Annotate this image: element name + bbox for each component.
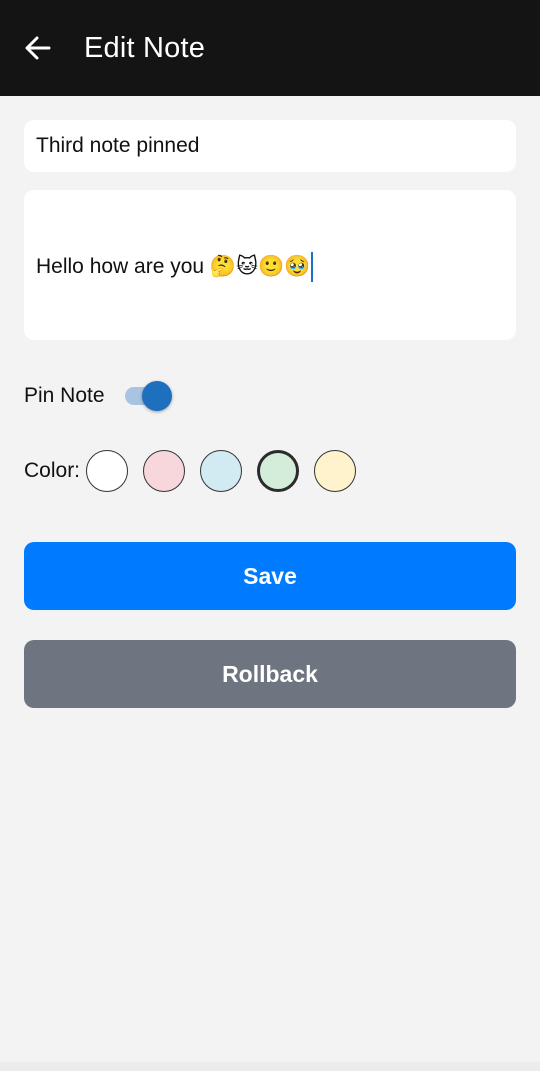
arrow-left-icon	[25, 36, 51, 60]
pin-note-label: Pin Note	[24, 384, 105, 407]
save-button[interactable]: Save	[24, 542, 516, 610]
note-title-field[interactable]	[24, 120, 516, 172]
color-swatch-white[interactable]	[86, 450, 129, 492]
app-bar: Edit Note	[0, 0, 540, 96]
page-title: Edit Note	[84, 32, 206, 64]
color-swatch-green[interactable]	[257, 450, 300, 492]
text-cursor	[311, 252, 314, 283]
note-title-input[interactable]	[36, 134, 504, 158]
back-button[interactable]	[18, 28, 58, 68]
color-swatch-yellow[interactable]	[314, 450, 357, 492]
color-swatch-blue[interactable]	[200, 450, 243, 492]
color-swatch-pink[interactable]	[143, 450, 186, 492]
pin-note-row: Pin Note	[24, 380, 175, 412]
pin-note-toggle[interactable]	[124, 380, 175, 412]
bottom-divider	[0, 1062, 540, 1071]
note-body-text-line[interactable]: Hello how are you 🤔🐱🙂🥹	[36, 252, 314, 283]
note-body-field[interactable]: Hello how are you 🤔🐱🙂🥹	[24, 190, 516, 340]
color-label: Color:	[24, 459, 81, 482]
color-picker-row: Color:	[24, 448, 371, 494]
toggle-thumb	[141, 381, 172, 411]
rollback-button[interactable]: Rollback	[24, 640, 516, 708]
note-body-text: Hello how are you 🤔🐱🙂🥹	[36, 255, 311, 278]
